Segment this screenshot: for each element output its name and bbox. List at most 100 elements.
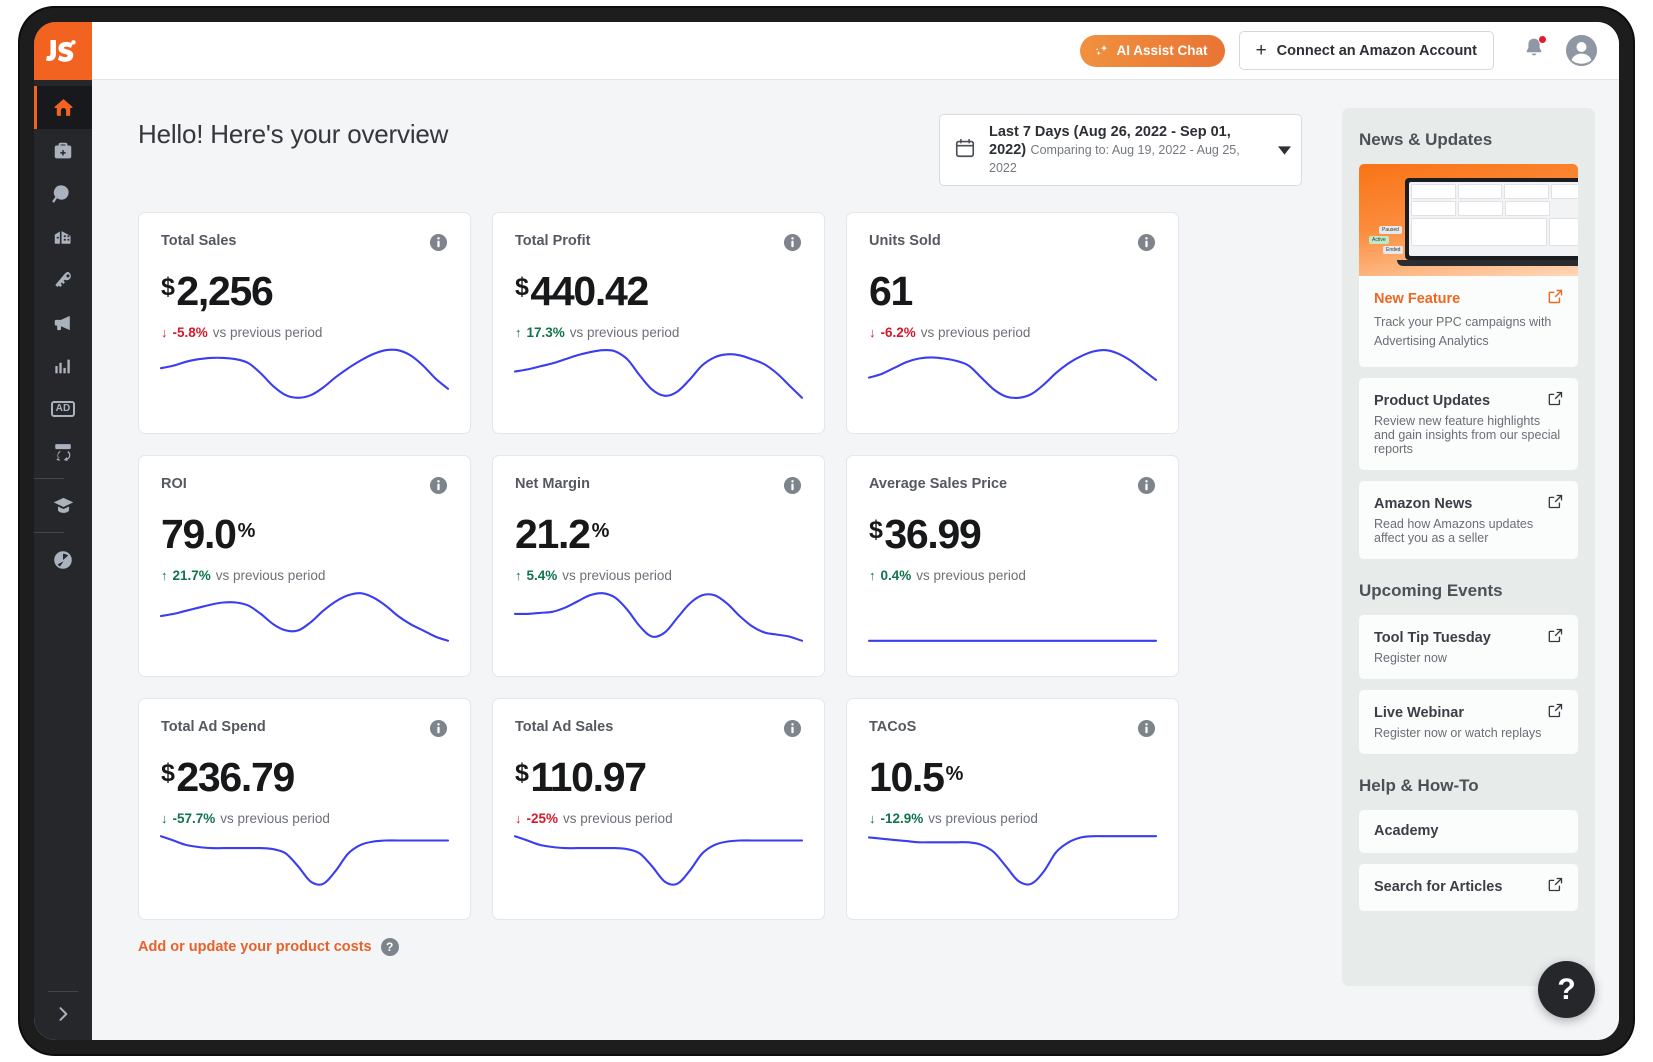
magnifier-icon: [52, 184, 69, 202]
metric-card-delta: ↓ -6.2% vs previous period: [869, 325, 1156, 340]
sparkline-chart: [515, 345, 802, 403]
list-item-description: Review new feature highlights and gain i…: [1374, 413, 1561, 456]
info-icon[interactable]: [1137, 233, 1156, 257]
metric-card-header: Net Margin: [515, 476, 802, 500]
chevron-down-icon[interactable]: [1267, 123, 1301, 177]
metric-card: Units Sold 61 ↓ -6.2% vs previous period: [846, 212, 1179, 435]
metric-card-header: Average Sales Price: [869, 476, 1156, 500]
list-item-description: Read how Amazons updates affect you as a…: [1374, 516, 1534, 545]
info-icon[interactable]: [783, 476, 802, 500]
list-item-description: Register now or watch replays: [1374, 725, 1542, 740]
dashboard-content: Hello! Here's your overview Last 7 Days …: [92, 80, 1342, 1040]
add-update-product-costs-link[interactable]: Add or update your product costs ?: [138, 938, 399, 957]
sidebar-item-home[interactable]: [34, 86, 92, 129]
info-icon[interactable]: [429, 719, 448, 743]
sparkline-chart: [161, 345, 448, 403]
metric-value: 61: [869, 268, 913, 315]
metric-card-title: TACoS: [869, 719, 917, 736]
bar-chart-icon: [55, 359, 70, 373]
sidebar-item-opportunity-finder[interactable]: [34, 172, 92, 215]
sparkline-chart: [869, 588, 1156, 646]
external-link-icon[interactable]: [1548, 289, 1563, 309]
featured-news-card[interactable]: Paused Active Ended New Feature Track yo…: [1359, 164, 1578, 367]
delta-value: 5.4%: [526, 568, 558, 584]
question-mark-icon[interactable]: ?: [380, 938, 399, 957]
sidebar-expand-button[interactable]: [34, 1004, 92, 1024]
metric-value: 2,256: [176, 268, 273, 315]
delta-note: vs previous period: [916, 568, 1026, 584]
sidebar-item-product-database[interactable]: [34, 215, 92, 258]
metric-card-title: Average Sales Price: [869, 476, 1008, 493]
sparkline-chart: [161, 831, 448, 889]
info-icon[interactable]: [429, 233, 448, 257]
help-panel-heading: Help & How-To: [1359, 775, 1479, 795]
featured-news-description: Track your PPC campaigns with Advertisin…: [1374, 315, 1552, 349]
chevron-right-icon: [59, 1007, 68, 1021]
metric-card: Total Ad Spend $ 236.79 ↓ -57.7% vs prev…: [138, 698, 471, 921]
user-avatar-icon: [1566, 35, 1597, 66]
external-link-icon[interactable]: [1548, 703, 1563, 723]
news-events-panel: News & Updates Paused Active Ended New F…: [1342, 108, 1595, 986]
list-item[interactable]: Search for Articles: [1359, 863, 1578, 911]
external-link-icon[interactable]: [1548, 494, 1563, 514]
list-item[interactable]: Academy: [1359, 809, 1578, 853]
delta-arrow-icon: ↓: [161, 325, 168, 341]
sidebar-footer: [34, 991, 92, 1040]
list-item-title: Amazon News: [1374, 495, 1473, 512]
sidebar-item-inventory[interactable]: [34, 430, 92, 473]
hero-tag-paused: Paused: [1379, 226, 1402, 234]
list-item-title: Live Webinar: [1374, 704, 1464, 721]
metric-card-title: Total Sales: [161, 233, 237, 250]
metric-card-value: $ 110.97: [515, 757, 802, 798]
help-fab-button[interactable]: ?: [1538, 961, 1595, 1018]
list-item[interactable]: Tool Tip Tuesday Register now: [1359, 614, 1578, 679]
metric-card-delta: ↑ 5.4% vs previous period: [515, 568, 802, 583]
info-icon[interactable]: [783, 233, 802, 257]
list-item[interactable]: Live Webinar Register now or watch repla…: [1359, 689, 1578, 754]
metric-value: 21.2: [515, 511, 591, 558]
metric-card: Total Sales $ 2,256 ↓ -5.8% vs previous …: [138, 212, 471, 435]
metric-card-header: Total Profit: [515, 233, 802, 257]
sidebar-item-keyword-scout[interactable]: [34, 258, 92, 301]
hero-tag-ended: Ended: [1383, 246, 1404, 254]
connect-amazon-account-button[interactable]: + Connect an Amazon Account: [1238, 31, 1494, 70]
notifications-button[interactable]: [1522, 35, 1547, 65]
avatar[interactable]: [1566, 35, 1597, 66]
jungle-scout-mark-icon: [54, 550, 72, 569]
plus-icon: +: [1255, 40, 1267, 61]
date-range-picker[interactable]: Last 7 Days (Aug 26, 2022 - Sep 01, 2022…: [939, 114, 1302, 187]
delta-arrow-icon: ↓: [515, 811, 522, 827]
external-link-icon[interactable]: [1548, 391, 1563, 411]
info-icon[interactable]: [1137, 719, 1156, 743]
sidebar: AD: [34, 22, 92, 1040]
metric-card-header: Units Sold: [869, 233, 1156, 257]
sidebar-item-toolbox[interactable]: [34, 129, 92, 172]
delta-arrow-icon: ↓: [161, 811, 168, 827]
list-item[interactable]: Amazon News Read how Amazons updates aff…: [1359, 480, 1578, 559]
ai-assist-chat-button[interactable]: AI Assist Chat: [1079, 34, 1225, 67]
app-logo[interactable]: [34, 22, 92, 80]
sidebar-item-advertising[interactable]: AD: [34, 387, 92, 430]
metric-card-header: TACoS: [869, 719, 1156, 743]
list-item-title: Product Updates: [1374, 392, 1491, 409]
metric-card-title: Net Margin: [515, 476, 590, 493]
external-link-icon[interactable]: [1548, 628, 1563, 648]
sparkline-chart: [515, 588, 802, 646]
sidebar-item-academy[interactable]: [34, 484, 92, 527]
metric-card: Total Ad Sales $ 110.97 ↓ -25% vs previo…: [492, 698, 825, 921]
info-icon[interactable]: [1137, 476, 1156, 500]
list-item[interactable]: Product Updates Review new feature highl…: [1359, 377, 1578, 470]
delta-note: vs previous period: [928, 811, 1038, 827]
list-item-title: Tool Tip Tuesday: [1374, 629, 1491, 646]
metric-card-value: $ 36.99: [869, 514, 1156, 555]
device-frame: AD AI Assist Chat + Connect an Amazon Ac…: [20, 8, 1633, 1054]
sidebar-item-extension[interactable]: [34, 538, 92, 581]
metric-value: 236.79: [176, 754, 295, 801]
sidebar-item-analytics[interactable]: [34, 344, 92, 387]
info-icon[interactable]: [429, 476, 448, 500]
delta-note: vs previous period: [569, 325, 680, 341]
external-link-icon[interactable]: [1548, 877, 1563, 897]
home-icon: [53, 99, 73, 116]
sidebar-item-promotions[interactable]: [34, 301, 92, 344]
info-icon[interactable]: [783, 719, 802, 743]
